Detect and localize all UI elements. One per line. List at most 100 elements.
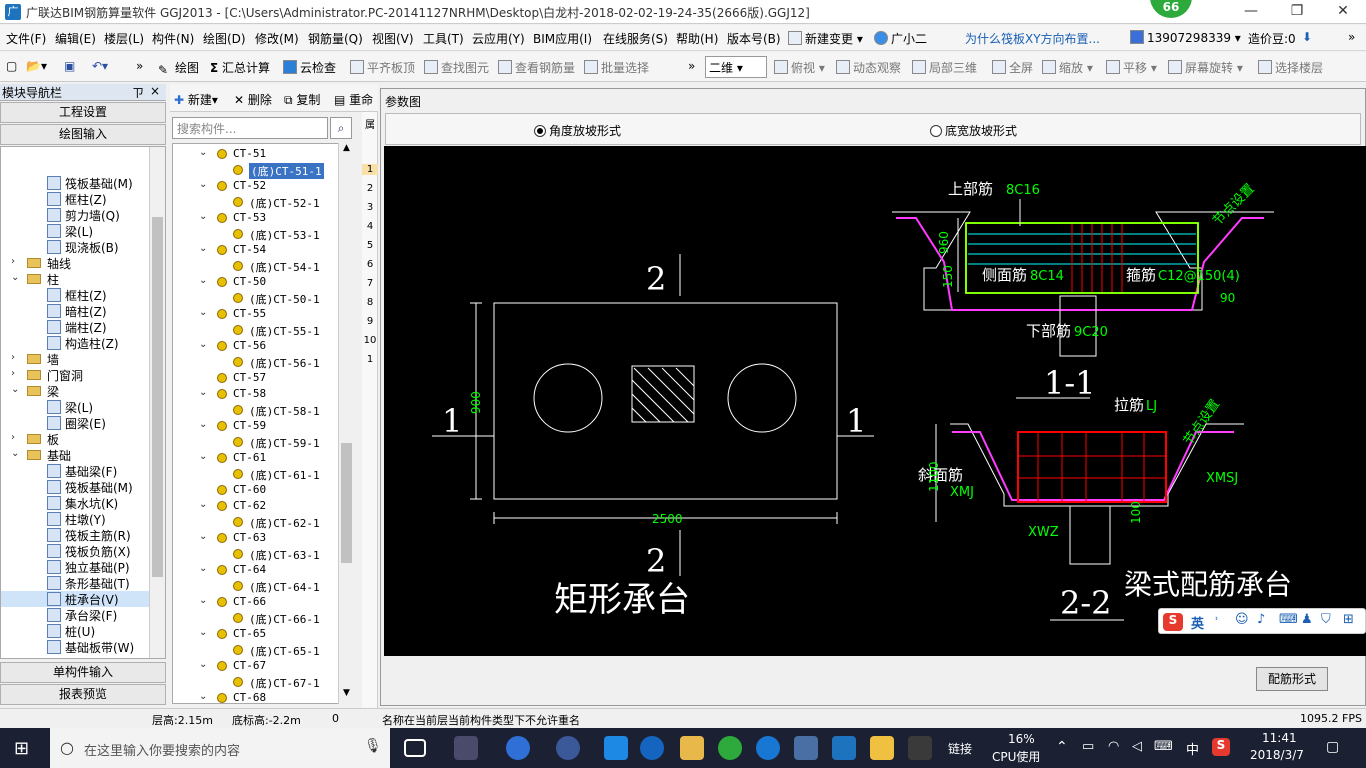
delete-component-button[interactable]: ✕ 删除 [234,91,272,108]
collapse-icon[interactable]: ⌄ [199,531,207,542]
menu-file[interactable]: 文件(F) [6,30,46,47]
nav-item[interactable]: 独立基础(P) [1,559,151,575]
property-row-number[interactable]: 4 [362,221,378,232]
collapse-icon[interactable]: ⌄ [199,659,207,670]
component-child-item[interactable]: (底)CT-67-1 [173,674,337,690]
photo-app-icon[interactable] [794,736,818,760]
component-child-item[interactable]: (底)CT-65-1 [173,642,337,658]
property-row-number[interactable]: 1 [362,164,378,175]
search-icon[interactable]: ⌕ [330,117,352,139]
nav-folder[interactable]: › 板 [1,431,151,447]
nav-folder[interactable]: › 墙 [1,351,151,367]
notification-badge[interactable]: 66 [1150,0,1192,18]
scroll-down-icon[interactable]: ▼ [339,688,354,702]
open-file-icon[interactable]: 📂▾ [26,59,47,73]
zoom-button[interactable]: 缩放 ▾ [1042,59,1093,76]
pan-button[interactable]: 平移 ▾ [1106,59,1157,76]
question-link[interactable]: 为什么筏板XY方向布置... [965,30,1100,47]
menu-component[interactable]: 构件(N) [152,30,194,47]
report-preview-button[interactable]: 报表预览 [0,684,166,705]
align-top-button[interactable]: 平齐板顶 [350,59,415,76]
cost-coin[interactable]: 造价豆:0 [1248,30,1296,47]
component-item[interactable]: ⌄ CT-63 [173,530,337,546]
fullscreen-button[interactable]: 全屏 [992,59,1033,76]
nav-item[interactable]: 基础梁(F) [1,463,151,479]
menu-tools[interactable]: 工具(T) [423,30,464,47]
rotate-button[interactable]: 屏幕旋转 ▾ [1168,59,1243,76]
nav-folder[interactable]: ⌄ 基础 [1,447,151,463]
component-child-item[interactable]: (底)CT-63-1 [173,546,337,562]
component-item[interactable]: ⌄ CT-59 [173,418,337,434]
component-child-item[interactable]: (底)CT-62-1 [173,514,337,530]
rename-component-button[interactable]: ▤ 重命 [334,91,373,108]
nav-folder[interactable]: › 轴线 [1,255,151,271]
volume-icon[interactable]: ◁ [1132,739,1142,754]
local-3d-button[interactable]: 局部三维 [912,59,977,76]
view-mode-select[interactable]: 二维 ▾ [705,56,767,78]
nav-folder[interactable]: ⌄ 梁 [1,383,151,399]
collapse-icon[interactable]: ⌄ [199,451,207,462]
collapse-icon[interactable]: ⌄ [199,339,207,350]
expand-icon[interactable]: › [11,368,15,379]
component-child-item[interactable]: (底)CT-58-1 [173,402,337,418]
menu-help[interactable]: 帮助(H) [676,30,718,47]
undo-icon[interactable]: ↶▾ [92,59,108,73]
property-row-number[interactable]: 10 [362,335,378,346]
overflow-icon[interactable]: » [136,59,143,73]
component-child-item[interactable]: (底)CT-61-1 [173,466,337,482]
collapse-icon[interactable]: ⌄ [11,272,19,283]
nav-item[interactable]: 桩承台(V) [1,591,151,607]
component-child-item[interactable]: (底)CT-59-1 [173,434,337,450]
component-item[interactable]: ⌄ CT-51 [173,146,337,162]
collapse-icon[interactable]: ⌄ [11,448,19,459]
cloud-check-button[interactable]: 云检查 [283,59,336,76]
save-icon[interactable]: ▣ [64,59,75,73]
collapse-icon[interactable]: ⌄ [199,499,207,510]
ie-icon[interactable] [506,736,530,760]
menu-modify[interactable]: 修改(M) [255,30,299,47]
property-row-number[interactable]: 2 [362,183,378,194]
dynamic-view-button[interactable]: 动态观察 [836,59,901,76]
punct-icon[interactable]: ˒ [1215,612,1219,626]
component-child-item[interactable]: (底)CT-55-1 [173,322,337,338]
nav-item[interactable]: 梁(L) [1,223,151,239]
nav-item[interactable]: 基础板带(W) [1,639,151,655]
collapse-icon[interactable]: ⌄ [199,147,207,158]
collapse-icon[interactable]: ⌄ [199,419,207,430]
menu-version[interactable]: 版本号(B) [727,30,781,47]
notification-center-icon[interactable]: ▢ [1326,739,1339,755]
help-app-icon[interactable] [908,736,932,760]
menu-overflow-icon[interactable]: » [1348,30,1355,44]
nav-item[interactable]: 梁(L) [1,399,151,415]
draw-button[interactable]: ✎ 绘图 [158,59,199,77]
component-child-item[interactable]: (底)CT-64-1 [173,578,337,594]
collapse-icon[interactable]: ⌄ [199,275,207,286]
links-toolbar[interactable]: 链接 [948,740,972,757]
sogou-tray-icon[interactable]: S [1212,738,1230,756]
expand-icon[interactable]: › [11,432,15,443]
property-row-number[interactable]: 3 [362,202,378,213]
bell-icon[interactable]: ⬇ [1302,30,1312,44]
component-child-item[interactable]: (底)CT-52-1 [173,194,337,210]
property-row-number[interactable]: 9 [362,316,378,327]
menu-floor[interactable]: 楼层(L) [104,30,144,47]
nav-item[interactable]: 框柱(Z) [1,287,151,303]
component-scrollbar[interactable]: ▲ ▼ [338,143,354,704]
nav-scrollbar[interactable] [149,147,165,658]
radio-angle-slope[interactable]: 角度放坡形式 [534,122,621,139]
scroll-up-icon[interactable]: ▲ [339,143,354,157]
collapse-icon[interactable]: ⌄ [199,627,207,638]
component-child-item[interactable]: (底)CT-54-1 [173,258,337,274]
notes-app-icon[interactable] [870,736,894,760]
nav-item[interactable]: 筏板基础(M) [1,479,151,495]
sum-button[interactable]: Σ 汇总计算 [210,59,270,76]
shirt-icon[interactable]: ⛉ [1321,612,1331,627]
fan-app-icon[interactable] [454,736,478,760]
tray-expand-icon[interactable]: ⌃ [1056,739,1068,755]
property-row-number[interactable]: 6 [362,259,378,270]
taskbar-search-box[interactable]: ○ 在这里输入你要搜索的内容 🎙 [50,728,390,768]
close-button[interactable]: ✕ [1320,0,1366,24]
spiral-app-icon[interactable] [556,736,580,760]
menu-draw[interactable]: 绘图(D) [203,30,246,47]
collapse-icon[interactable]: ⌄ [199,179,207,190]
